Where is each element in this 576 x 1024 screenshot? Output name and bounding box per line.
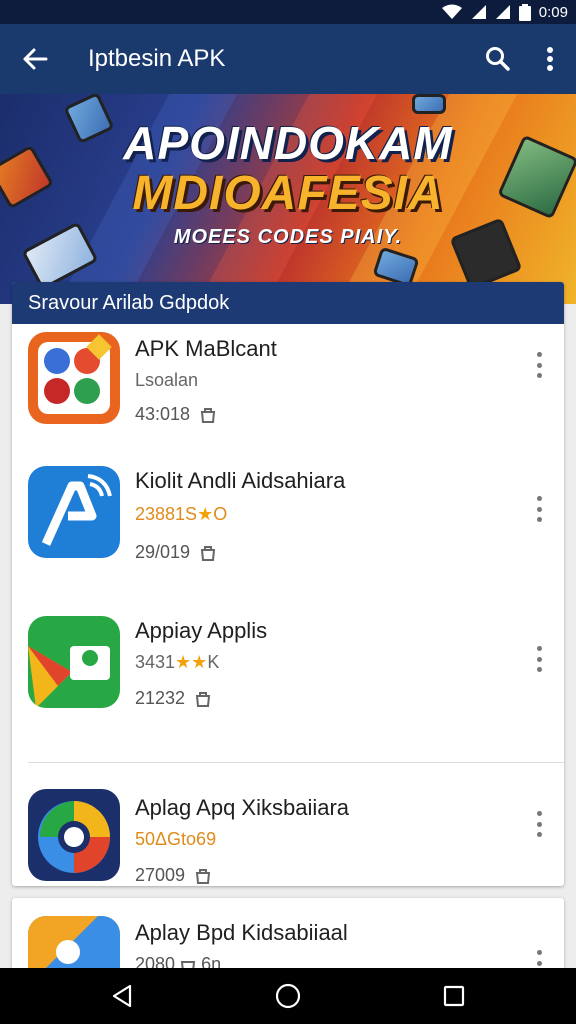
app-name: APK MaBlcant [135,336,277,361]
item-more-button[interactable] [532,352,546,378]
app-bar: Iptbesin APK [0,24,576,94]
app-meta: 21232 [135,688,211,709]
recents-nav-icon[interactable] [443,985,465,1007]
list-header: Sravour Arilab Gdpdok [12,282,564,324]
arrow-left-icon [23,48,48,70]
banner-title: APOINDOKAM [123,117,453,169]
download-icon [195,691,211,707]
app-icon [28,789,120,881]
divider [28,762,564,763]
more-vert-icon [547,47,553,71]
phone-image [412,94,446,114]
system-nav-bar [0,968,576,1024]
app-name: Aplag Apq Xiksbaiiara [135,795,350,820]
download-icon [195,868,211,884]
back-nav-icon[interactable] [111,984,133,1008]
star-icon: ★★ [175,652,208,672]
download-icon [200,407,216,423]
app-icon [28,466,120,558]
list-item[interactable]: Appiay Applis 3431★★K 21232 [12,612,564,762]
search-button[interactable] [472,24,524,94]
app-meta-text: 43:018 [135,404,191,424]
app-meta: 29/019 [135,542,216,563]
app-meta-text: 21232 [135,688,186,708]
home-nav-icon[interactable] [275,983,301,1009]
banner-subtitle: MDIOAFESIA [132,167,444,220]
signal-icon [471,5,486,19]
status-bar: 0:09 [0,0,576,24]
item-more-button[interactable] [532,646,546,672]
app-list-card: Sravour Arilab Gdpdok APK MaBlcant Lsoal… [12,282,564,886]
app-rating: 23881S★O [135,504,227,525]
wifi-icon [441,4,462,19]
app-developer: Lsoalan [135,370,199,390]
page-title: Iptbesin APK [88,45,226,72]
search-icon [486,47,510,71]
list-item[interactable]: APK MaBlcant Lsoalan 43:018 [12,332,564,462]
app-icon [28,616,120,708]
app-rating: 3431★★K [135,652,219,673]
app-meta: 43:018 [135,404,216,425]
app-rating-suffix: O [213,504,228,524]
app-rating-suffix: K [207,652,220,672]
promo-banner[interactable]: APOINDOKAM MDIOAFESIA MOEES CODES PIAIY. [0,94,576,304]
item-more-button[interactable] [532,496,546,522]
back-button[interactable] [0,24,70,94]
list-item[interactable]: Aplag Apq Xiksbaiiara 50ΔGto69 27009 [12,789,564,886]
app-meta: 27009 [135,865,211,886]
download-icon [200,545,216,561]
app-rating: 50ΔGto69 [135,829,217,849]
app-name: Kiolit Andli Aidsahiara [135,468,346,493]
battery-icon [518,3,531,21]
overflow-menu-button[interactable] [524,24,576,94]
star-icon: ★ [197,504,214,524]
status-time: 0:09 [538,3,568,21]
app-rating-text: 23881S [135,504,198,524]
banner-tagline: MOEES CODES PIAIY. [173,226,403,248]
signal-icon-2 [495,5,510,19]
app-name: Appiay Applis [135,618,268,643]
list-item[interactable]: Kiolit Andli Aidsahiara 23881S★O 29/019 [12,462,564,612]
app-name: Aplay Bpd Kidsabiiaal [135,920,348,945]
app-icon [28,332,120,424]
item-more-button[interactable] [532,811,546,837]
app-meta-text: 29/019 [135,542,191,562]
app-meta-text: 27009 [135,865,186,885]
app-rating-text: 3431 [135,652,176,672]
